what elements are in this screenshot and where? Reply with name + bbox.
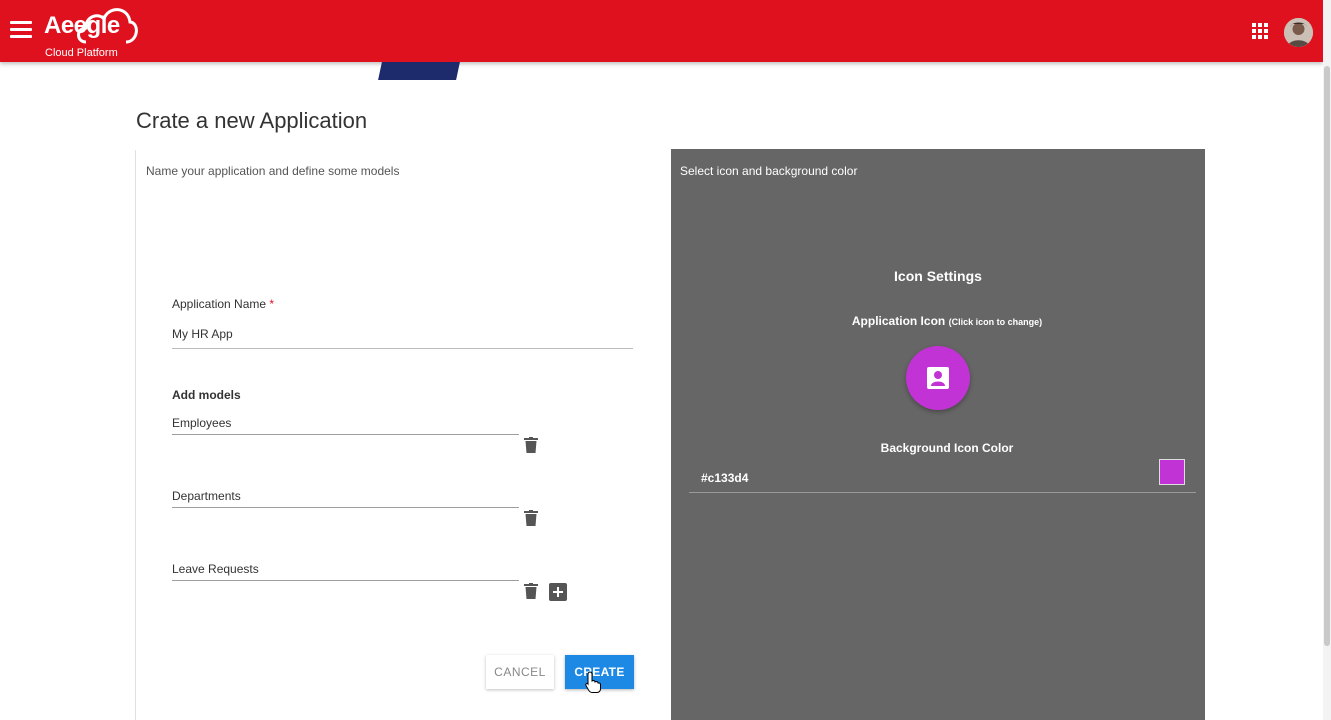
model-input-departments[interactable] <box>172 485 519 508</box>
avatar-photo-icon <box>1284 18 1313 47</box>
application-name-input[interactable] <box>172 320 633 349</box>
icon-panel-instructions: Select icon and background color <box>680 164 858 178</box>
model-input-leave-requests[interactable] <box>172 558 519 581</box>
menu-icon[interactable] <box>10 21 32 39</box>
application-icon-label: Application Icon (Click icon to change) <box>671 314 1223 328</box>
cancel-button[interactable]: CANCEL <box>486 655 554 689</box>
icon-settings-panel: Select icon and background color Icon Se… <box>671 149 1205 720</box>
user-avatar[interactable] <box>1284 18 1313 47</box>
hand-pointer-cursor-icon <box>585 671 601 693</box>
contact-card-icon <box>927 367 949 389</box>
application-icon-label-text: Application Icon <box>851 314 946 328</box>
add-models-label: Add models <box>172 388 241 402</box>
trash-icon[interactable] <box>524 510 538 526</box>
scrollbar-thumb[interactable] <box>1324 66 1330 646</box>
required-marker: * <box>269 297 275 311</box>
page-scrollbar[interactable] <box>1323 0 1331 720</box>
trash-icon[interactable] <box>524 437 538 453</box>
color-swatch[interactable] <box>1159 459 1185 485</box>
banner-graphic <box>378 62 460 80</box>
top-app-bar: Aeegle Cloud Platform <box>0 0 1323 62</box>
logo[interactable]: Aeegle Cloud Platform <box>44 2 144 60</box>
apps-grid-icon[interactable] <box>1252 23 1269 40</box>
add-model-icon[interactable] <box>549 583 567 601</box>
background-icon-color-label: Background Icon Color <box>880 441 1014 455</box>
application-icon-button[interactable] <box>906 346 970 410</box>
application-name-label: Application Name * <box>172 297 274 311</box>
icon-settings-title: Icon Settings <box>894 268 982 284</box>
logo-text: Aeegle <box>44 12 120 39</box>
trash-icon[interactable] <box>524 583 538 599</box>
background-color-input[interactable] <box>689 463 1196 493</box>
page-title: Crate a new Application <box>136 108 368 133</box>
model-input-employees[interactable] <box>172 412 519 435</box>
application-name-label-text: Application Name <box>172 297 267 311</box>
application-icon-hint: (Click icon to change) <box>948 317 1043 327</box>
application-form-panel: Name your application and define some mo… <box>135 150 671 720</box>
hero-banner-remnant <box>0 62 1323 80</box>
form-instructions: Name your application and define some mo… <box>146 164 400 178</box>
logo-subtitle: Cloud Platform <box>45 47 118 59</box>
